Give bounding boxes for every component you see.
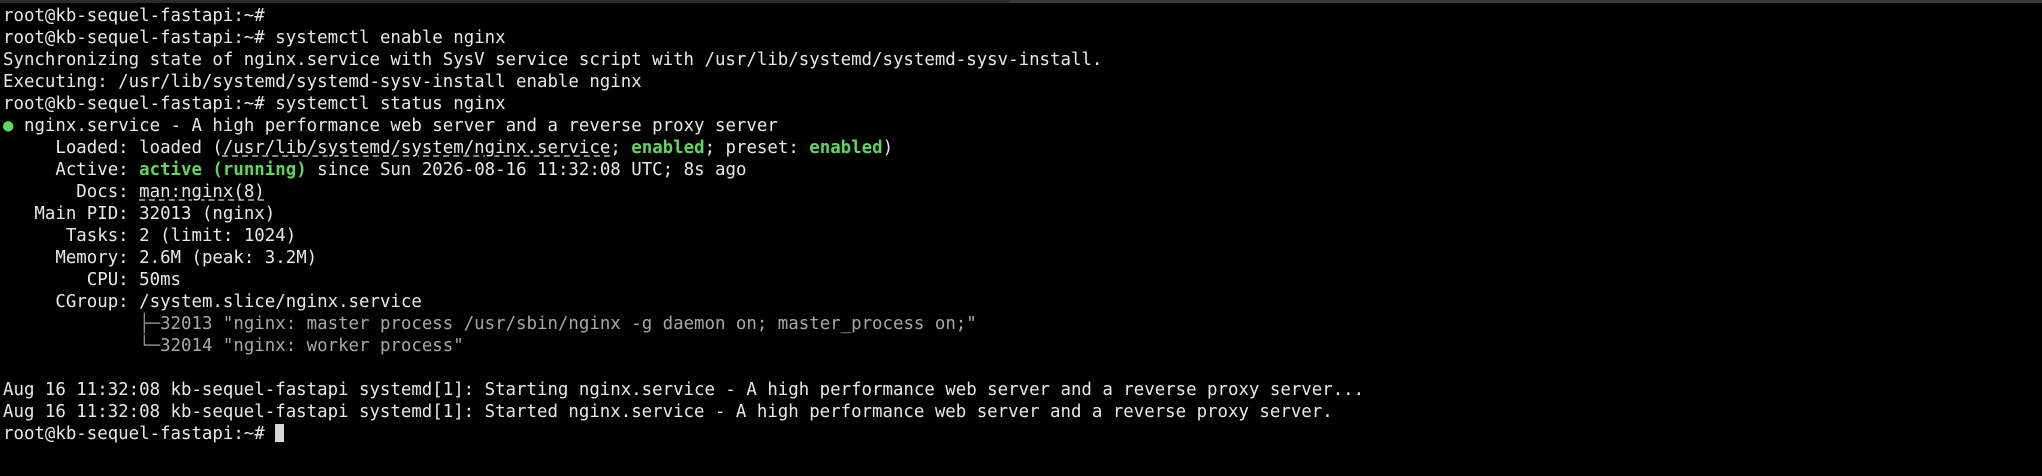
cgroup-value: /system.slice/nginx.service bbox=[139, 292, 422, 312]
prompt: root@kb-sequel-fastapi:~# bbox=[3, 94, 265, 114]
docs-label: Docs: bbox=[76, 182, 129, 202]
active-line: Active: active (running) since Sun 2026-… bbox=[3, 159, 2039, 181]
journal-line: Aug 16 11:32:08 kb-sequel-fastapi system… bbox=[3, 402, 1333, 422]
tasks-line: Tasks: 2 (limit: 1024) bbox=[3, 225, 2039, 247]
main-pid-value: 32013 (nginx) bbox=[139, 204, 276, 224]
process-entry: 32013 "nginx: master process /usr/sbin/n… bbox=[160, 314, 977, 334]
top-bar-segment bbox=[1010, 0, 2042, 3]
active-since: since Sun 2026-08-16 11:32:08 UTC; 8s ag… bbox=[306, 160, 747, 180]
unit-file-link[interactable]: /usr/lib/systemd/system/nginx.service bbox=[223, 138, 610, 158]
cpu-line: CPU: 50ms bbox=[3, 269, 2039, 291]
active-state: active (running) bbox=[139, 160, 307, 180]
preset-label: ; preset: bbox=[704, 138, 810, 158]
memory-label: Memory: bbox=[55, 248, 129, 268]
process-tree-row: └─32014 "nginx: worker process" bbox=[3, 335, 2039, 357]
command-line-enable: root@kb-sequel-fastapi:~# systemctl enab… bbox=[3, 27, 2039, 49]
main-pid-line: Main PID: 32013 (nginx) bbox=[3, 203, 2039, 225]
tasks-value: 2 (limit: 1024) bbox=[139, 226, 297, 246]
docs-line: Docs: man:nginx(8) bbox=[3, 181, 2039, 203]
docs-link[interactable]: man:nginx(8) bbox=[139, 182, 265, 202]
prompt: root@kb-sequel-fastapi:~# bbox=[3, 424, 265, 444]
memory-line: Memory: 2.6M (peak: 3.2M) bbox=[3, 247, 2039, 269]
command-text: systemctl status nginx bbox=[275, 94, 506, 114]
cpu-value: 50ms bbox=[139, 270, 182, 290]
terminal-cursor[interactable] bbox=[275, 424, 285, 442]
loaded-line: Loaded: loaded (/usr/lib/systemd/system/… bbox=[3, 137, 2039, 159]
loaded-state: enabled bbox=[631, 138, 705, 158]
loaded-separator: ; bbox=[610, 138, 632, 158]
unit-header-line: ● nginx.service - A high performance web… bbox=[3, 115, 2039, 137]
tasks-label: Tasks: bbox=[65, 226, 129, 246]
tree-end-branch-icon: └─ bbox=[139, 336, 161, 356]
output-executing-line: Executing: /usr/lib/systemd/systemd-sysv… bbox=[3, 72, 642, 92]
main-pid-label: Main PID: bbox=[34, 204, 129, 224]
process-tree-row: ├─32013 "nginx: master process /usr/sbin… bbox=[3, 313, 2039, 335]
cpu-label: CPU: bbox=[86, 270, 129, 290]
tree-branch-icon: ├─ bbox=[139, 314, 161, 334]
prompt: root@kb-sequel-fastapi:~# bbox=[3, 28, 265, 48]
command-line-status: root@kb-sequel-fastapi:~# systemctl stat… bbox=[3, 93, 2039, 115]
terminal-output[interactable]: root@kb-sequel-fastapi:~# root@kb-sequel… bbox=[3, 5, 2039, 445]
loaded-suffix: ) bbox=[882, 138, 894, 158]
output-sync-line: Synchronizing state of nginx.service wit… bbox=[3, 50, 1103, 70]
process-entry: 32014 "nginx: worker process" bbox=[160, 336, 464, 356]
loaded-prefix: loaded ( bbox=[139, 138, 223, 158]
status-dot-icon: ● bbox=[3, 116, 14, 136]
journal-line: Aug 16 11:32:08 kb-sequel-fastapi system… bbox=[3, 380, 1365, 400]
active-label: Active: bbox=[55, 160, 129, 180]
preset-state: enabled bbox=[809, 138, 883, 158]
command-text: systemctl enable nginx bbox=[275, 28, 506, 48]
cgroup-label: CGroup: bbox=[55, 292, 129, 312]
window-top-bar bbox=[0, 0, 2042, 3]
unit-description: nginx.service - A high performance web s… bbox=[23, 116, 778, 136]
loaded-label: Loaded: bbox=[55, 138, 129, 158]
prompt-line: root@kb-sequel-fastapi:~# bbox=[3, 5, 2039, 27]
prompt: root@kb-sequel-fastapi:~# bbox=[3, 6, 265, 26]
cgroup-line: CGroup: /system.slice/nginx.service bbox=[3, 291, 2039, 313]
memory-value: 2.6M (peak: 3.2M) bbox=[139, 248, 318, 268]
active-prompt-line[interactable]: root@kb-sequel-fastapi:~# bbox=[3, 423, 2039, 445]
